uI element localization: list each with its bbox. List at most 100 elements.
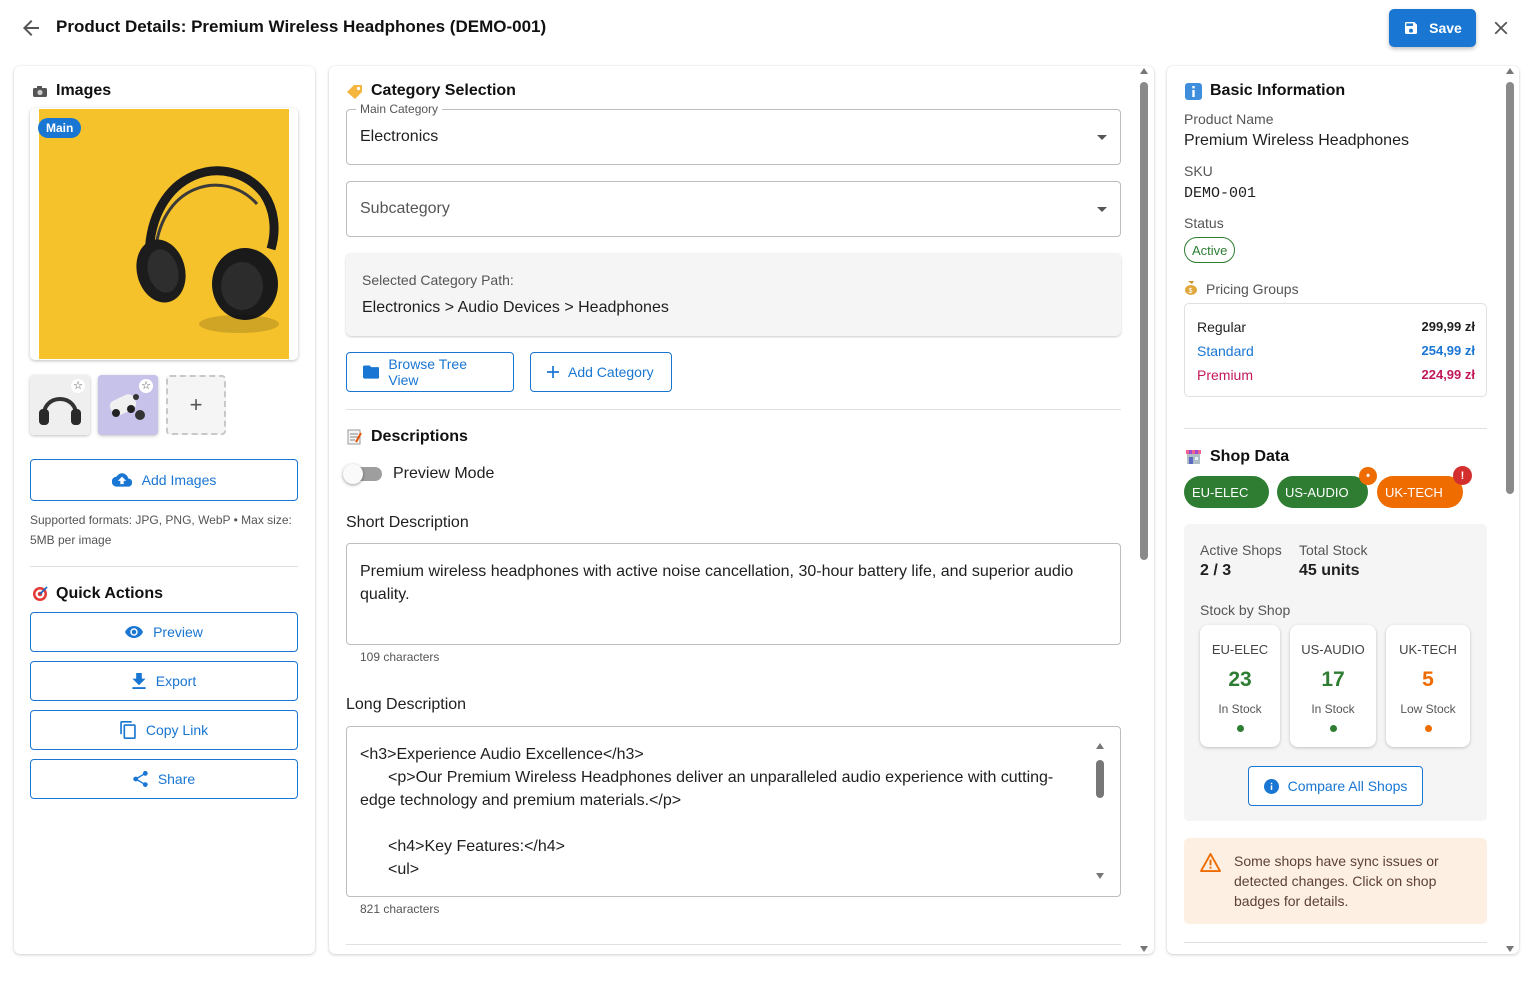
scroll-up-icon[interactable] [1140, 68, 1148, 74]
page-header: Product Details: Premium Wireless Headph… [0, 0, 1523, 56]
shop-icon [1185, 449, 1202, 466]
star-icon[interactable]: ☆ [71, 379, 85, 393]
stock-card-us-audio[interactable]: US-AUDIO 17 In Stock [1290, 625, 1376, 747]
scroll-thumb[interactable] [1096, 760, 1104, 798]
shop-chip-eu-elec[interactable]: EU-ELEC [1184, 476, 1269, 508]
short-description-label: Short Description [346, 514, 469, 531]
arrow-left-icon [23, 20, 39, 36]
images-section-title: Images [31, 82, 111, 100]
main-category-select[interactable]: Main Category Electronics [346, 102, 1121, 165]
headphones-image [39, 109, 289, 359]
export-button[interactable]: Export [30, 661, 298, 701]
total-stock-value: 45 units [1299, 562, 1360, 579]
sync-error-badge: ! [1453, 466, 1472, 485]
long-description-line: <ul> [388, 861, 420, 878]
price-group-name: Premium [1197, 367, 1254, 383]
copy-link-button[interactable]: Copy Link [30, 710, 298, 750]
short-description-text: Premium wireless headphones with active … [360, 563, 1074, 603]
thumbnail-headphones[interactable]: ☆ [30, 375, 90, 435]
divider [30, 566, 298, 567]
cloud-upload-icon [111, 473, 132, 487]
scroll-thumb[interactable] [1506, 82, 1514, 494]
active-shops-label: Active Shops [1200, 542, 1282, 558]
images-panel: Images Main ☆ ☆ + Add Images Supported f… [14, 66, 315, 954]
pricing-groups-label: $ Pricing Groups [1184, 280, 1299, 298]
stock-status: In Stock [1218, 702, 1262, 716]
close-button[interactable] [1490, 17, 1512, 39]
add-thumbnail-button[interactable]: + [166, 375, 226, 435]
page-title: Product Details: Premium Wireless Headph… [56, 17, 547, 36]
shop-chip-uk-tech[interactable]: UK-TECH [1377, 476, 1463, 508]
folder-icon [363, 365, 380, 379]
shop-data-title: Shop Data [1185, 448, 1289, 466]
long-description-label: Long Description [346, 696, 467, 713]
close-icon [1494, 21, 1508, 35]
price-row-premium: Premium 224,99 zł [1197, 367, 1475, 383]
warning-icon [1200, 853, 1221, 872]
add-images-button[interactable]: Add Images [30, 459, 298, 501]
preview-button[interactable]: Preview [30, 612, 298, 652]
main-category-label: Main Category [356, 102, 443, 116]
subcategory-select[interactable]: Subcategory [346, 181, 1121, 237]
scroll-down-icon[interactable] [1140, 946, 1148, 952]
panel-scrollbar[interactable] [1505, 68, 1515, 952]
divider [1184, 428, 1487, 429]
selected-category-path: Selected Category Path: Electronics > Au… [346, 253, 1121, 336]
thumbnail-earbuds[interactable]: ☆ [98, 375, 158, 435]
star-icon[interactable]: ☆ [139, 379, 153, 393]
target-icon [31, 586, 48, 603]
share-button[interactable]: Share [30, 759, 298, 799]
status-badge: Active [1184, 237, 1236, 263]
scroll-down-icon[interactable] [1506, 946, 1514, 952]
category-section-title: Category Selection [346, 82, 516, 100]
main-category-value: Electronics [360, 128, 439, 145]
category-path-label: Selected Category Path: [362, 272, 514, 288]
price-group-name: Regular [1197, 319, 1247, 335]
stock-card-eu-elec[interactable]: EU-ELEC 23 In Stock [1200, 625, 1280, 747]
divider [346, 409, 1121, 410]
scroll-thumb[interactable] [1140, 82, 1148, 560]
long-description-line: <h4>Key Features:</h4> [388, 838, 566, 855]
panel-scrollbar[interactable] [1139, 68, 1149, 952]
quick-actions-title: Quick Actions [31, 585, 163, 603]
textarea-scrollbar[interactable] [1095, 743, 1105, 879]
scroll-up-icon[interactable] [1096, 743, 1104, 749]
info-circle-icon [1263, 778, 1279, 794]
add-category-button[interactable]: Add Category [530, 352, 672, 392]
short-description-count: 109 characters [360, 650, 440, 664]
long-description-textarea[interactable]: <h3>Experience Audio Excellence</h3> <p>… [346, 726, 1121, 897]
price-row-standard: Standard 254,99 zł [1197, 343, 1475, 359]
status-dot [1236, 725, 1244, 732]
info-icon [1185, 82, 1202, 100]
download-icon [132, 673, 146, 689]
plus-icon [547, 366, 559, 378]
save-label: Save [1429, 20, 1462, 36]
divider [1184, 942, 1487, 943]
sync-changed-badge: • [1359, 467, 1377, 485]
scroll-down-icon[interactable] [1096, 873, 1104, 879]
short-description-textarea[interactable]: Premium wireless headphones with active … [346, 543, 1121, 645]
stock-shop-name: EU-ELEC [1211, 642, 1269, 657]
sku-label: SKU [1184, 163, 1213, 179]
browse-tree-view-button[interactable]: Browse Tree View [346, 352, 514, 392]
compare-all-shops-button[interactable]: Compare All Shops [1248, 766, 1423, 806]
dropdown-arrow-icon [1097, 207, 1107, 212]
descriptions-section-title: Descriptions [346, 428, 468, 446]
stock-status: Low Stock [1400, 702, 1456, 716]
camera-icon [31, 83, 48, 100]
save-button[interactable]: Save [1389, 9, 1476, 47]
main-product-image[interactable] [30, 108, 298, 360]
total-stock-label: Total Stock [1299, 542, 1368, 558]
tag-icon [346, 83, 363, 100]
shop-chip-us-audio[interactable]: US-AUDIO [1277, 476, 1368, 508]
status-dot [1329, 725, 1337, 732]
eye-icon [125, 626, 144, 638]
status-label: Status [1184, 215, 1224, 231]
scroll-up-icon[interactable] [1506, 68, 1514, 74]
divider [346, 944, 1121, 945]
preview-mode-toggle[interactable] [343, 464, 382, 484]
back-button[interactable] [19, 16, 43, 40]
stock-by-shop-label: Stock by Shop [1200, 602, 1291, 618]
stock-card-uk-tech[interactable]: UK-TECH 5 Low Stock [1386, 625, 1470, 747]
long-description-line: <p>Our Premium Wireless Headphones deliv… [360, 769, 1054, 809]
